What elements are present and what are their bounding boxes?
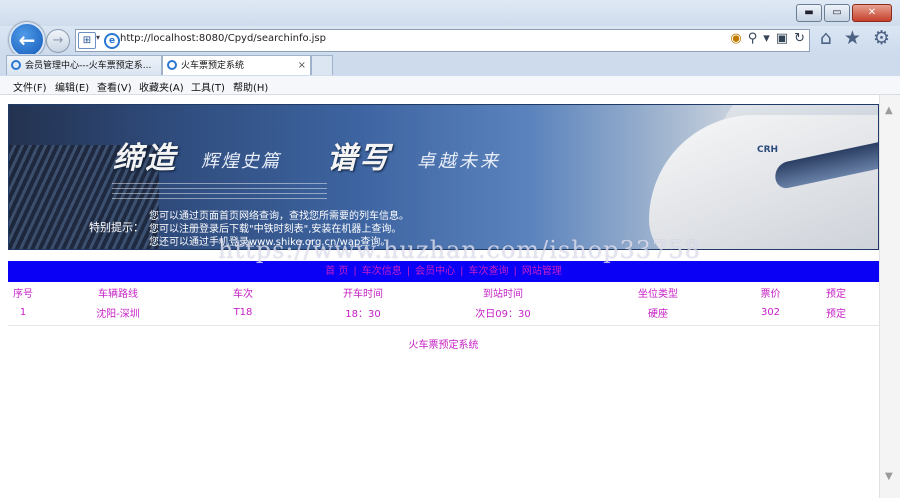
- cell-seat: 硬座: [648, 308, 668, 320]
- footer-text: 火车票预定系统: [408, 340, 479, 351]
- cell-route: 沈阳-深圳: [96, 308, 140, 320]
- menu-bar: 文件(F) 编辑(E) 查看(V) 收藏夹(A) 工具(T) 帮助(H): [0, 76, 900, 95]
- nav-separator: |: [406, 266, 411, 277]
- favorites-star-icon[interactable]: ★: [844, 27, 861, 49]
- ie-page-icon: e: [104, 33, 120, 49]
- menu-edit[interactable]: 编辑(E): [55, 79, 89, 94]
- cell-depart: 18：30: [345, 308, 381, 320]
- refresh-icon[interactable]: ↻: [794, 31, 805, 46]
- address-bar[interactable]: ⊞ ▾ e http://localhost:8080/Cpyd/searchi…: [75, 29, 810, 52]
- results-table: 序号 车辆路线 车次 开车时间 到站时间 坐位类型 票价 预定 1 沈阳-深圳 …: [8, 284, 879, 323]
- new-tab-button[interactable]: [311, 55, 333, 75]
- watermark: https://www.huzhan.com/ishop33758: [218, 236, 701, 264]
- cell-index: 1: [19, 306, 27, 318]
- slogan-big-2: 谱写: [327, 141, 391, 176]
- slogan-big-1: 缔造: [113, 141, 177, 176]
- forward-button[interactable]: →: [46, 29, 70, 53]
- cell-arrive: 次日09：30: [475, 308, 531, 320]
- col-header-index: 序号: [13, 289, 33, 300]
- col-header-train-no: 车次: [233, 289, 253, 300]
- slogan-small-2: 卓越未来: [417, 151, 501, 172]
- col-header-route: 车辆路线: [98, 289, 138, 300]
- divider: [8, 325, 879, 326]
- col-header-arrive: 到站时间: [483, 289, 523, 300]
- nav-home[interactable]: 首 页: [325, 266, 348, 277]
- menu-file[interactable]: 文件(F): [13, 79, 47, 94]
- chevron-down-icon[interactable]: ▾: [96, 33, 100, 42]
- cell-price: 302: [760, 306, 781, 318]
- scroll-up-icon[interactable]: ▲: [885, 105, 893, 116]
- forward-arrow-icon: →: [52, 33, 64, 48]
- tab-member-center[interactable]: 会员管理中心---火车票预定系...: [6, 55, 162, 75]
- menu-view[interactable]: 查看(V): [97, 79, 132, 94]
- site-nav: 首 页 | 车次信息 | 会员中心 | 车次查询 | 网站管理: [8, 261, 879, 282]
- ie-tab-icon: [167, 60, 177, 70]
- vertical-scrollbar[interactable]: ▲ ▼: [879, 95, 900, 498]
- col-header-price: 票价: [760, 289, 781, 300]
- table-row: 1 沈阳-深圳 T18 18：30 次日09：30 硬座 302 预定: [8, 301, 879, 323]
- search-dropdown-icon[interactable]: ▾: [763, 31, 770, 46]
- back-arrow-icon: ←: [18, 28, 36, 52]
- back-button[interactable]: ←: [9, 22, 45, 58]
- home-icon[interactable]: ⌂: [820, 27, 832, 49]
- gear-icon[interactable]: ⚙: [873, 27, 890, 49]
- col-header-book: 预定: [826, 289, 846, 300]
- browser-toolbar-icons: ⌂ ★ ⚙: [820, 27, 890, 49]
- book-link[interactable]: 预定: [793, 301, 879, 323]
- header-banner: CRH 缔造 辉煌史篇 谱写 卓越未来 特别提示： 您可以通过页面首页网络查询，…: [8, 104, 879, 250]
- menu-favorites[interactable]: 收藏夹(A): [139, 79, 184, 94]
- train-nose-graphic: [649, 115, 878, 249]
- nav-member-center[interactable]: 会员中心: [415, 266, 455, 277]
- scroll-down-icon[interactable]: ▼: [885, 471, 893, 482]
- window-controls: ▬ ▭ ✕: [794, 4, 892, 22]
- tab-label: 火车票预定系统: [181, 61, 245, 71]
- page-icon[interactable]: ▣: [776, 31, 788, 46]
- train-mark: CRH: [757, 145, 779, 155]
- close-icon[interactable]: ×: [298, 56, 306, 75]
- menu-help[interactable]: 帮助(H): [233, 79, 268, 94]
- compat-icon[interactable]: ◉: [730, 31, 741, 46]
- table-header-row: 序号 车辆路线 车次 开车时间 到站时间 坐位类型 票价 预定: [8, 284, 879, 301]
- nav-separator: |: [353, 266, 357, 277]
- browser-navbar: ← → ⊞ ▾ e http://localhost:8080/Cpyd/sea…: [0, 22, 900, 58]
- maximize-button[interactable]: ▭: [824, 4, 850, 22]
- close-window-button[interactable]: ✕: [852, 4, 892, 22]
- nav-site-admin[interactable]: 网站管理: [522, 266, 562, 277]
- nav-separator: |: [460, 266, 464, 277]
- minimize-button[interactable]: ▬: [796, 4, 822, 22]
- col-header-depart: 开车时间: [343, 289, 383, 300]
- tip-label: 特别提示：: [89, 221, 144, 234]
- menu-tools[interactable]: 工具(T): [191, 79, 225, 94]
- col-header-seat: 坐位类型: [638, 289, 678, 300]
- tab-row: 会员管理中心---火车票预定系... 火车票预定系统 ×: [0, 54, 900, 77]
- decorative-lines: [112, 183, 327, 203]
- search-icon[interactable]: ⚲: [748, 31, 758, 46]
- slogan-small-1: 辉煌史篇: [201, 151, 281, 172]
- nav-train-search[interactable]: 车次查询: [468, 266, 508, 277]
- nav-separator: |: [513, 266, 517, 277]
- tab-ticket-system[interactable]: 火车票预定系统 ×: [162, 55, 311, 75]
- tab-label: 会员管理中心---火车票预定系...: [25, 61, 152, 71]
- url-text[interactable]: http://localhost:8080/Cpyd/searchinfo.js…: [120, 33, 326, 44]
- compatibility-view-icon[interactable]: ⊞: [78, 32, 96, 49]
- address-tools: ◉ ⚲ ▾ ▣ ↻: [730, 31, 805, 46]
- ie-tab-icon: [11, 60, 21, 70]
- window-titlebar: ▬ ▭ ✕: [0, 0, 900, 26]
- nav-train-info[interactable]: 车次信息: [362, 266, 402, 277]
- cell-train-no: T18: [233, 306, 253, 318]
